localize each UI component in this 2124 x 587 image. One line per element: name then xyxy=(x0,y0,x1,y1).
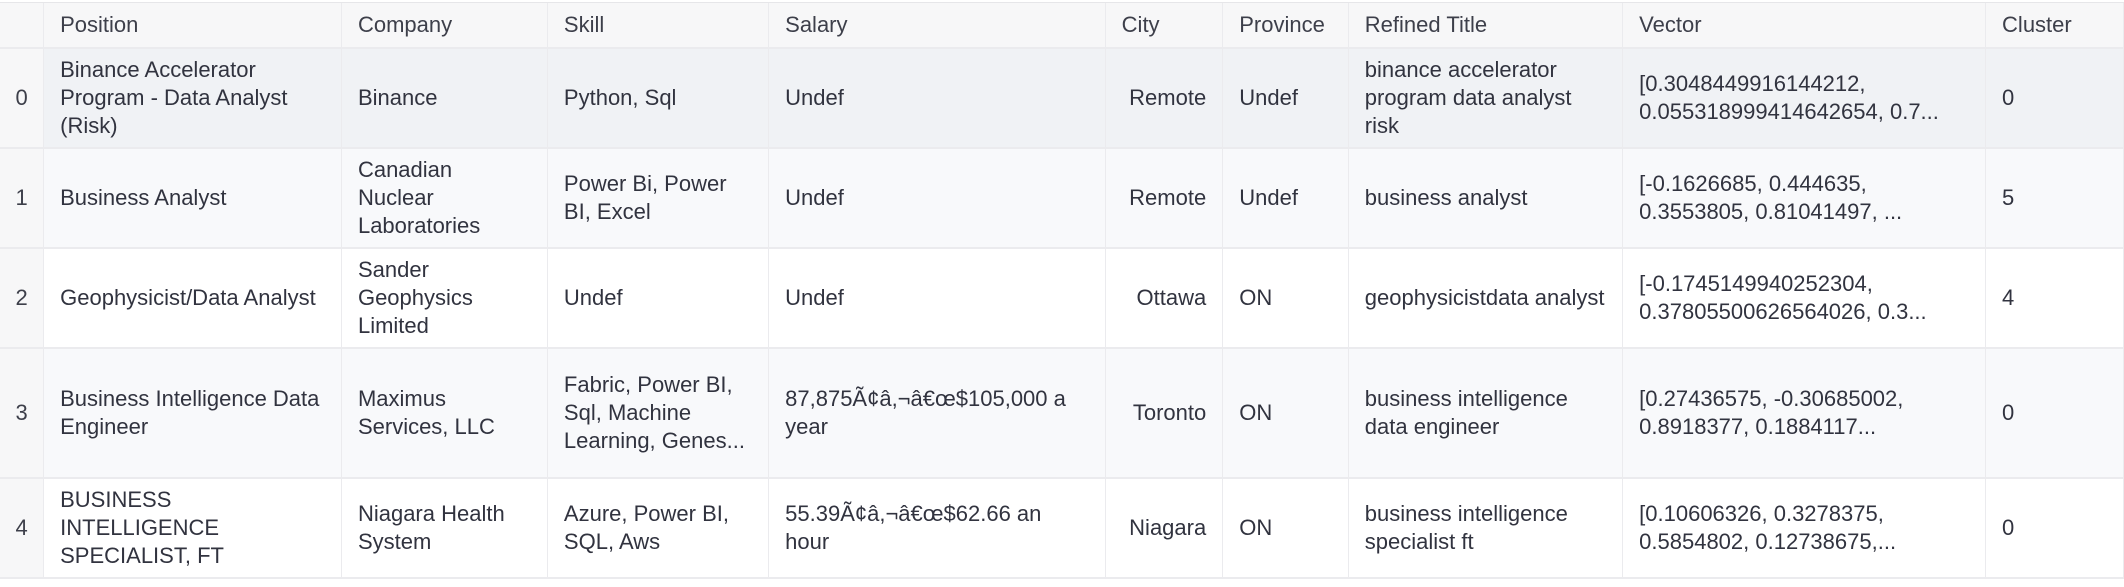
header-row: Position Company Skill Salary City Provi… xyxy=(0,3,2124,49)
cell-skill[interactable]: Power Bi, Power BI, Excel xyxy=(547,148,770,249)
cell-cluster[interactable]: 0 xyxy=(1985,48,2124,149)
cell-province[interactable]: Undef xyxy=(1222,48,1349,149)
cell-province[interactable]: ON xyxy=(1222,348,1349,479)
column-header-salary[interactable]: Salary xyxy=(768,3,1106,49)
cell-cluster[interactable]: 4 xyxy=(1985,248,2124,349)
cell-position[interactable]: Binance Accelerator Program - Data Analy… xyxy=(43,48,342,149)
cell-city[interactable]: Toronto xyxy=(1105,348,1224,479)
cell-vector[interactable]: [-0.1626685, 0.444635, 0.3553805, 0.8104… xyxy=(1622,148,1987,249)
column-header-index[interactable] xyxy=(0,3,45,49)
table-row[interactable]: 4 BUSINESS INTELLIGENCE SPECIALIST, FT N… xyxy=(0,478,2124,579)
cell-skill[interactable]: Azure, Power BI, SQL, Aws xyxy=(547,478,770,579)
table-row[interactable]: 2 Geophysicist/Data Analyst Sander Geoph… xyxy=(0,248,2124,349)
cell-province[interactable]: ON xyxy=(1222,478,1349,579)
cell-salary[interactable]: 55.39Ã¢â,¬â€œ$62.66 an hour xyxy=(768,478,1106,579)
row-index: 1 xyxy=(0,148,45,249)
cell-province[interactable]: ON xyxy=(1222,248,1349,349)
cell-company[interactable]: Niagara Health System xyxy=(341,478,548,579)
cell-company[interactable]: Canadian Nuclear Laboratories xyxy=(341,148,548,249)
cell-position[interactable]: Business Intelligence Data Engineer xyxy=(43,348,342,479)
cell-salary[interactable]: Undef xyxy=(768,48,1106,149)
column-header-refined-title[interactable]: Refined Title xyxy=(1348,3,1624,49)
cell-skill[interactable]: Python, Sql xyxy=(547,48,770,149)
cell-company[interactable]: Maximus Services, LLC xyxy=(341,348,548,479)
cell-cluster[interactable]: 5 xyxy=(1985,148,2124,249)
cell-company[interactable]: Sander Geophysics Limited xyxy=(341,248,548,349)
cell-cluster[interactable]: 0 xyxy=(1985,478,2124,579)
column-header-cluster[interactable]: Cluster xyxy=(1985,3,2124,49)
cell-cluster[interactable]: 0 xyxy=(1985,348,2124,479)
row-index: 0 xyxy=(0,48,45,149)
cell-city[interactable]: Remote xyxy=(1105,48,1224,149)
cell-vector[interactable]: [-0.1745149940252304, 0.3780550062656402… xyxy=(1622,248,1987,349)
table-row[interactable]: 3 Business Intelligence Data Engineer Ma… xyxy=(0,348,2124,479)
cell-refined-title[interactable]: geophysicistdata analyst xyxy=(1348,248,1624,349)
cell-position[interactable]: Business Analyst xyxy=(43,148,342,249)
cell-refined-title[interactable]: business intelligence data engineer xyxy=(1348,348,1624,479)
cell-city[interactable]: Remote xyxy=(1105,148,1224,249)
cell-refined-title[interactable]: business analyst xyxy=(1348,148,1624,249)
cell-salary[interactable]: 87,875Ã¢â,¬â€œ$105,000 a year xyxy=(768,348,1106,479)
column-header-city[interactable]: City xyxy=(1105,3,1224,49)
column-header-skill[interactable]: Skill xyxy=(547,3,770,49)
table-row[interactable]: 0 Binance Accelerator Program - Data Ana… xyxy=(0,48,2124,149)
cell-position[interactable]: BUSINESS INTELLIGENCE SPECIALIST, FT xyxy=(43,478,342,579)
cell-province[interactable]: Undef xyxy=(1222,148,1349,249)
table-row[interactable]: 1 Business Analyst Canadian Nuclear Labo… xyxy=(0,148,2124,249)
cell-vector[interactable]: [0.27436575, -0.30685002, 0.8918377, 0.1… xyxy=(1622,348,1987,479)
cell-position[interactable]: Geophysicist/Data Analyst xyxy=(43,248,342,349)
column-header-province[interactable]: Province xyxy=(1222,3,1349,49)
cell-vector[interactable]: [0.3048449916144212, 0.05531899941464265… xyxy=(1622,48,1987,149)
row-index: 4 xyxy=(0,478,45,579)
cell-city[interactable]: Niagara xyxy=(1105,478,1224,579)
cell-city[interactable]: Ottawa xyxy=(1105,248,1224,349)
data-table: Position Company Skill Salary City Provi… xyxy=(0,3,2124,579)
column-header-company[interactable]: Company xyxy=(341,3,548,49)
cell-salary[interactable]: Undef xyxy=(768,248,1106,349)
dataframe-viewer: Position Company Skill Salary City Provi… xyxy=(0,2,2124,587)
cell-refined-title[interactable]: business intelligence specialist ft xyxy=(1348,478,1624,579)
column-header-vector[interactable]: Vector xyxy=(1622,3,1987,49)
row-index: 3 xyxy=(0,348,45,479)
cell-skill[interactable]: Undef xyxy=(547,248,770,349)
cell-skill[interactable]: Fabric, Power BI, Sql, Machine Learning,… xyxy=(547,348,770,479)
cell-vector[interactable]: [0.10606326, 0.3278375, 0.5854802, 0.127… xyxy=(1622,478,1987,579)
cell-salary[interactable]: Undef xyxy=(768,148,1106,249)
row-index: 2 xyxy=(0,248,45,349)
cell-refined-title[interactable]: binance accelerator program data analyst… xyxy=(1348,48,1624,149)
column-header-position[interactable]: Position xyxy=(43,3,342,49)
cell-company[interactable]: Binance xyxy=(341,48,548,149)
